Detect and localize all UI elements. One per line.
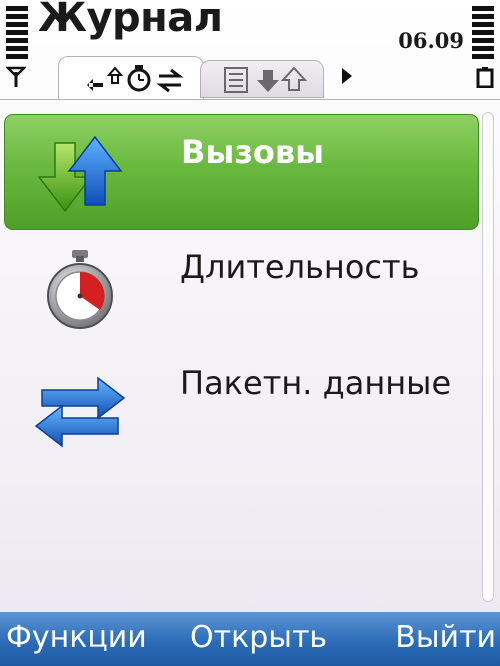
call-arrows-icon xyxy=(257,66,307,92)
list-item-duration[interactable]: Длительность xyxy=(4,230,479,346)
call-arrows-icon xyxy=(87,66,124,91)
tab-right-arrow-icon[interactable] xyxy=(340,66,354,86)
options-softkey[interactable]: Функции xyxy=(6,620,147,656)
scrollbar-thumb[interactable] xyxy=(483,113,493,601)
signal-strength-icon xyxy=(6,6,28,62)
list-item-label: Вызовы xyxy=(181,133,325,171)
list-item-label: Пакетн. данные xyxy=(180,364,452,402)
battery-icon xyxy=(476,67,494,88)
calls-arrows-icon xyxy=(37,135,123,213)
list-item-calls[interactable]: Вызовы xyxy=(4,114,479,230)
app-title: Журнал xyxy=(38,0,223,41)
antenna-icon xyxy=(6,66,26,87)
battery-level-icon xyxy=(472,6,494,62)
data-transfer-icon xyxy=(34,376,126,448)
list-icon xyxy=(224,67,248,93)
list-item-packet-data[interactable]: Пакетн. данные xyxy=(4,346,479,462)
transfer-arrows-icon xyxy=(156,68,184,93)
timer-icon xyxy=(127,65,151,92)
clock: 06.09 xyxy=(398,28,464,53)
tab-calls[interactable] xyxy=(58,56,204,100)
stopwatch-icon xyxy=(47,250,113,329)
exit-softkey[interactable]: Выйти xyxy=(395,620,496,656)
tab-divider xyxy=(0,99,500,100)
list-item-label: Длительность xyxy=(180,248,420,286)
open-softkey[interactable]: Открыть xyxy=(190,620,327,656)
tab-packet[interactable] xyxy=(200,60,324,98)
